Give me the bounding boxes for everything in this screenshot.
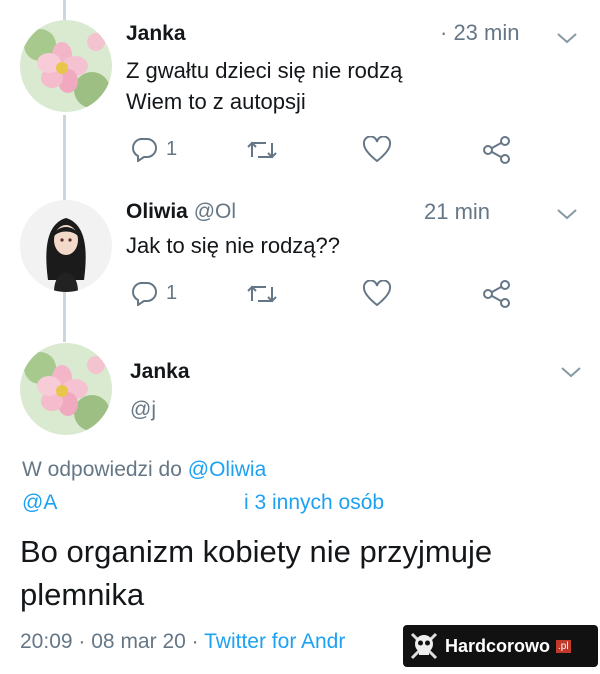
tweet-text-line: Jak to się nie rodzą??	[126, 233, 341, 258]
watermark-suffix: .pl	[556, 639, 571, 653]
like-icon[interactable]	[362, 136, 392, 164]
retweet-icon[interactable]	[246, 281, 278, 307]
tweet-text-line: Wiem to z autopsji	[126, 89, 306, 114]
thread-line-top	[63, 0, 66, 20]
avatar-girl[interactable]	[20, 200, 112, 292]
meta-time: 20:09	[20, 630, 73, 653]
chevron-down-icon[interactable]	[555, 206, 579, 222]
reply-button[interactable]: 1	[130, 280, 177, 306]
reply-prefix: W odpowiedzi do	[22, 458, 182, 481]
reply-others-link[interactable]: i 3 innych osób	[244, 491, 384, 515]
meta-date: 08 mar 20	[91, 630, 186, 653]
watermark-logo: Hardcorowo .pl	[403, 625, 598, 667]
author-handle[interactable]: @j	[130, 398, 156, 422]
reply-count: 1	[166, 137, 178, 160]
author-handle: @Ol	[193, 200, 237, 223]
author-name[interactable]: Oliwia @Ol	[126, 200, 236, 224]
like-icon[interactable]	[362, 280, 392, 308]
chevron-down-icon[interactable]	[555, 30, 579, 46]
avatar-flower[interactable]	[20, 343, 112, 435]
reply-mention[interactable]: @Oliwia	[188, 458, 267, 481]
tweet-meta: 20:09 · 08 mar 20 · Twitter for Andr	[20, 630, 345, 654]
meta-separator: ·	[191, 630, 199, 653]
chevron-down-icon[interactable]	[559, 364, 583, 380]
tweet-text-line: Z gwałtu dzieci się nie rodzą	[126, 58, 403, 83]
reply-count: 1	[166, 281, 178, 304]
share-icon[interactable]	[482, 136, 512, 164]
tweet-body-line: Bo organizm kobiety nie przyjmuje	[20, 534, 493, 569]
meta-separator: ·	[78, 630, 86, 653]
reply-mention-second[interactable]: @A	[22, 491, 57, 515]
reply-button[interactable]: 1	[130, 136, 177, 162]
reply-context: W odpowiedzi do @Oliwia	[22, 458, 266, 482]
author-display-name: Oliwia	[126, 200, 188, 223]
watermark-text: Hardcorowo	[445, 635, 551, 656]
retweet-icon[interactable]	[246, 137, 278, 163]
reply-icon	[132, 282, 157, 306]
reply-icon	[132, 138, 157, 162]
meta-source[interactable]: Twitter for Andr	[204, 630, 345, 653]
skull-icon	[410, 632, 438, 660]
tweet-body-line: plemnika	[20, 577, 145, 612]
author-name[interactable]: Janka	[130, 360, 190, 384]
thread-line-1	[63, 115, 66, 200]
share-icon[interactable]	[482, 280, 512, 308]
thread-line-2	[63, 292, 66, 342]
avatar-flower[interactable]	[20, 20, 112, 112]
timestamp[interactable]: 21 min	[424, 199, 490, 225]
timestamp[interactable]: · 23 min	[440, 20, 519, 46]
author-name[interactable]: Janka	[126, 22, 186, 46]
